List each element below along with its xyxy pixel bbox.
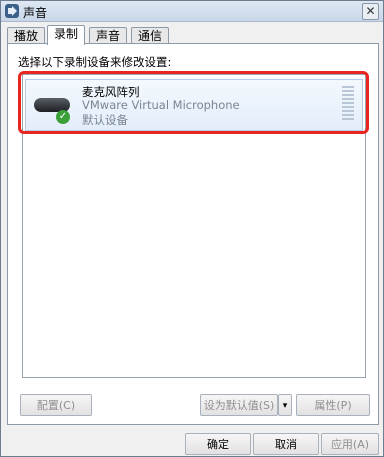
properties-button[interactable]: 属性(P) [296, 394, 370, 416]
close-button[interactable]: ✕ [362, 3, 379, 20]
set-default-button[interactable]: 设为默认值(S) [200, 394, 278, 416]
tab-communications[interactable]: 通信 [131, 27, 170, 44]
instruction-text: 选择以下录制设备来修改设置: [18, 55, 172, 69]
configure-button[interactable]: 配置(C) [20, 394, 92, 416]
sound-dialog: 声音 ✕ 播放 录制 声音 通信 选择以下录制设备来修改设置: ✓ 麦克风阵列 … [0, 0, 384, 457]
window-title: 声音 [23, 6, 48, 20]
speaker-icon [5, 4, 19, 18]
device-list: ✓ 麦克风阵列 VMware Virtual Microphone 默认设备 [18, 71, 369, 378]
apply-button[interactable]: 应用(A) [321, 433, 379, 455]
tab-recording[interactable]: 录制 [47, 25, 86, 45]
tab-strip: 播放 录制 声音 通信 [7, 25, 377, 45]
highlight-box [18, 71, 369, 134]
ok-button[interactable]: 确定 [185, 433, 251, 455]
cancel-button[interactable]: 取消 [253, 433, 319, 455]
title-bar: 声音 ✕ [1, 1, 383, 22]
set-default-dropdown-icon[interactable]: ▾ [278, 394, 292, 416]
tab-playback[interactable]: 播放 [7, 27, 46, 44]
recording-panel: 选择以下录制设备来修改设置: ✓ 麦克风阵列 VMware Virtual Mi… [7, 43, 379, 425]
tab-sounds[interactable]: 声音 [89, 27, 128, 44]
